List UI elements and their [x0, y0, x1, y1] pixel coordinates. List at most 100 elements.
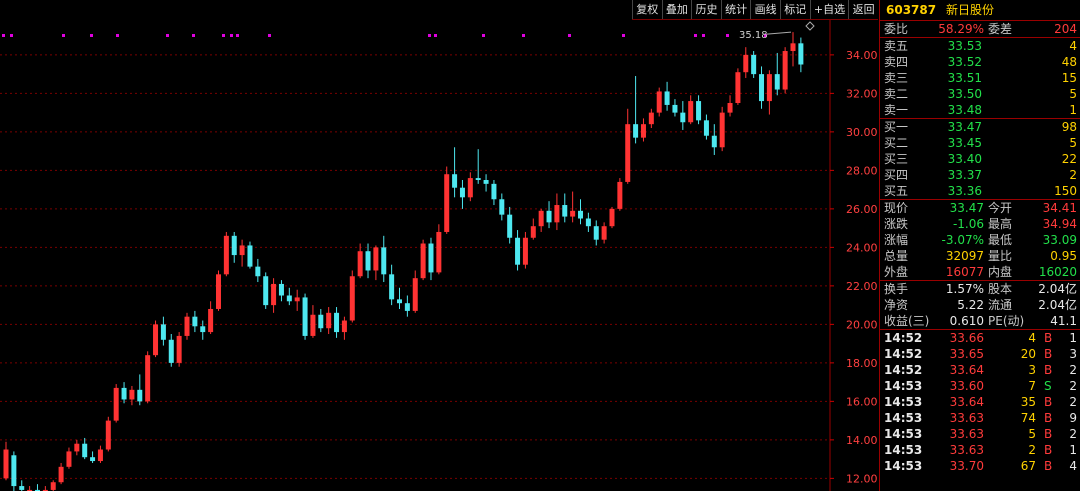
- tick-row: 14:53 33.63 74 B 9: [880, 410, 1080, 426]
- candle-up: [782, 51, 788, 90]
- candle-up: [129, 389, 135, 400]
- candle-up: [467, 178, 473, 198]
- quote-value: 0.95: [1050, 249, 1077, 263]
- quote-label: 内盘: [988, 265, 1013, 279]
- toolbar-button-7[interactable]: 返回: [848, 0, 878, 19]
- tick-time: 14:53: [884, 459, 923, 473]
- bids-row: 买一 33.47 98: [880, 119, 1080, 135]
- candle-down: [633, 124, 639, 138]
- candle-up: [349, 276, 355, 321]
- tick-volume: 67: [1020, 459, 1036, 473]
- fundamental-value: 2.04亿: [1038, 282, 1077, 296]
- tick-count: 2: [1069, 379, 1077, 393]
- candle-down: [82, 443, 88, 458]
- quote-label: 量比: [988, 249, 1013, 263]
- tick-row: 14:52 33.64 3 B 2: [880, 362, 1080, 378]
- candle-down: [711, 135, 717, 148]
- tick-side: S: [1044, 379, 1052, 393]
- tick-price: 33.63: [949, 427, 984, 441]
- chart-toolbar: 复权 叠加 历史 统计 画线 标记 +自选 返回: [632, 0, 878, 20]
- tick-list[interactable]: 14:52 33.66 4 B 1 14:52 33.65 20 B 3 14:52 33.64 3 B 2…: [880, 330, 1080, 474]
- candle-down: [499, 199, 505, 215]
- peak-label: 35.18: [739, 30, 768, 41]
- y-tick-label: 12.00: [846, 472, 878, 485]
- candle-up: [341, 320, 347, 333]
- candle-up: [412, 278, 418, 311]
- signal-marker: [192, 34, 195, 37]
- kline-chart[interactable]: 12.00 14.00 16.00 18.00 20.00 22.00 24.00 26.00…: [0, 20, 878, 491]
- quote-value: -3.07%: [941, 233, 984, 247]
- quote-value: 34.94: [1042, 217, 1077, 231]
- tick-time: 14:53: [884, 379, 923, 393]
- signal-marker: [166, 34, 169, 37]
- toolbar-button-2[interactable]: 历史: [691, 0, 721, 19]
- candle-up: [357, 251, 363, 277]
- candle-down: [389, 274, 395, 300]
- toolbar-button-6[interactable]: +自选: [809, 0, 849, 19]
- tick-row: 14:53 33.63 5 B 2: [880, 426, 1080, 442]
- asks-price: 33.48: [947, 103, 982, 117]
- asks-label: 卖一: [884, 103, 909, 117]
- candle-up: [50, 482, 56, 490]
- candle-up: [208, 308, 214, 333]
- candle-up: [436, 231, 442, 273]
- quote-label: 最高: [988, 217, 1013, 231]
- quote-value: 32097: [945, 249, 984, 263]
- asks-volume: 48: [1061, 55, 1077, 69]
- candle-down: [263, 276, 269, 306]
- candle-down: [192, 316, 198, 327]
- candle-up: [184, 316, 190, 336]
- candle-down: [137, 389, 143, 402]
- candle-up: [373, 247, 379, 271]
- tick-price: 33.63: [949, 443, 984, 457]
- toolbar-button-1[interactable]: 叠加: [661, 0, 692, 19]
- order-ratio-row: 委比 58.29% 委差 204: [880, 21, 1080, 38]
- quote-row: 涨幅 -3.07% 最低 33.09: [880, 232, 1080, 248]
- quote-label: 涨跌: [884, 217, 909, 231]
- signal-marker: [230, 34, 233, 37]
- bids-label: 买一: [884, 120, 909, 134]
- candle-up: [743, 54, 749, 73]
- tick-count: 2: [1069, 395, 1077, 409]
- candle-up: [215, 274, 221, 309]
- signal-marker: [222, 34, 225, 37]
- candle-up: [735, 72, 741, 103]
- candle-down: [664, 91, 670, 105]
- tick-side: B: [1044, 395, 1053, 409]
- candle-down: [546, 210, 552, 223]
- candle-up: [727, 103, 733, 113]
- candle-down: [680, 112, 686, 123]
- bids-volume: 2: [1069, 168, 1077, 182]
- candle-up: [656, 91, 662, 113]
- candle-up: [648, 112, 654, 125]
- fundamental-row: 收益(三) 0.610 PE(动) 41.1: [880, 313, 1080, 329]
- candle-down: [428, 243, 434, 273]
- candle-down: [278, 283, 284, 296]
- tick-volume: 74: [1020, 411, 1036, 425]
- tick-side: B: [1044, 427, 1053, 441]
- tick-count: 3: [1069, 347, 1077, 361]
- quote-value: 16020: [1038, 265, 1077, 279]
- y-tick-label: 26.00: [846, 203, 878, 216]
- quote-label: 涨幅: [884, 233, 909, 247]
- asks-row: 卖三 33.51 15: [880, 70, 1080, 86]
- candle-up: [294, 297, 300, 302]
- toolbar-button-3[interactable]: 统计: [720, 0, 751, 19]
- toolbar-button-4[interactable]: 画线: [750, 0, 780, 19]
- candle-up: [570, 210, 576, 217]
- candle-up: [554, 205, 560, 223]
- signal-marker: [428, 34, 431, 37]
- asks-volume: 4: [1069, 39, 1077, 53]
- quote-value: 33.09: [1042, 233, 1077, 247]
- toolbar-button-5[interactable]: 标记: [779, 0, 810, 19]
- tick-side: B: [1044, 411, 1053, 425]
- candle-up: [790, 43, 796, 52]
- tick-side: B: [1044, 459, 1053, 473]
- y-tick-label: 22.00: [846, 280, 878, 293]
- quote-label: 外盘: [884, 265, 909, 279]
- fundamental-label: 股本: [988, 282, 1013, 296]
- toolbar-button-0[interactable]: 复权: [632, 0, 662, 19]
- quote-value: 34.41: [1042, 201, 1077, 215]
- tick-price: 33.64: [949, 363, 984, 377]
- candle-down: [404, 303, 410, 311]
